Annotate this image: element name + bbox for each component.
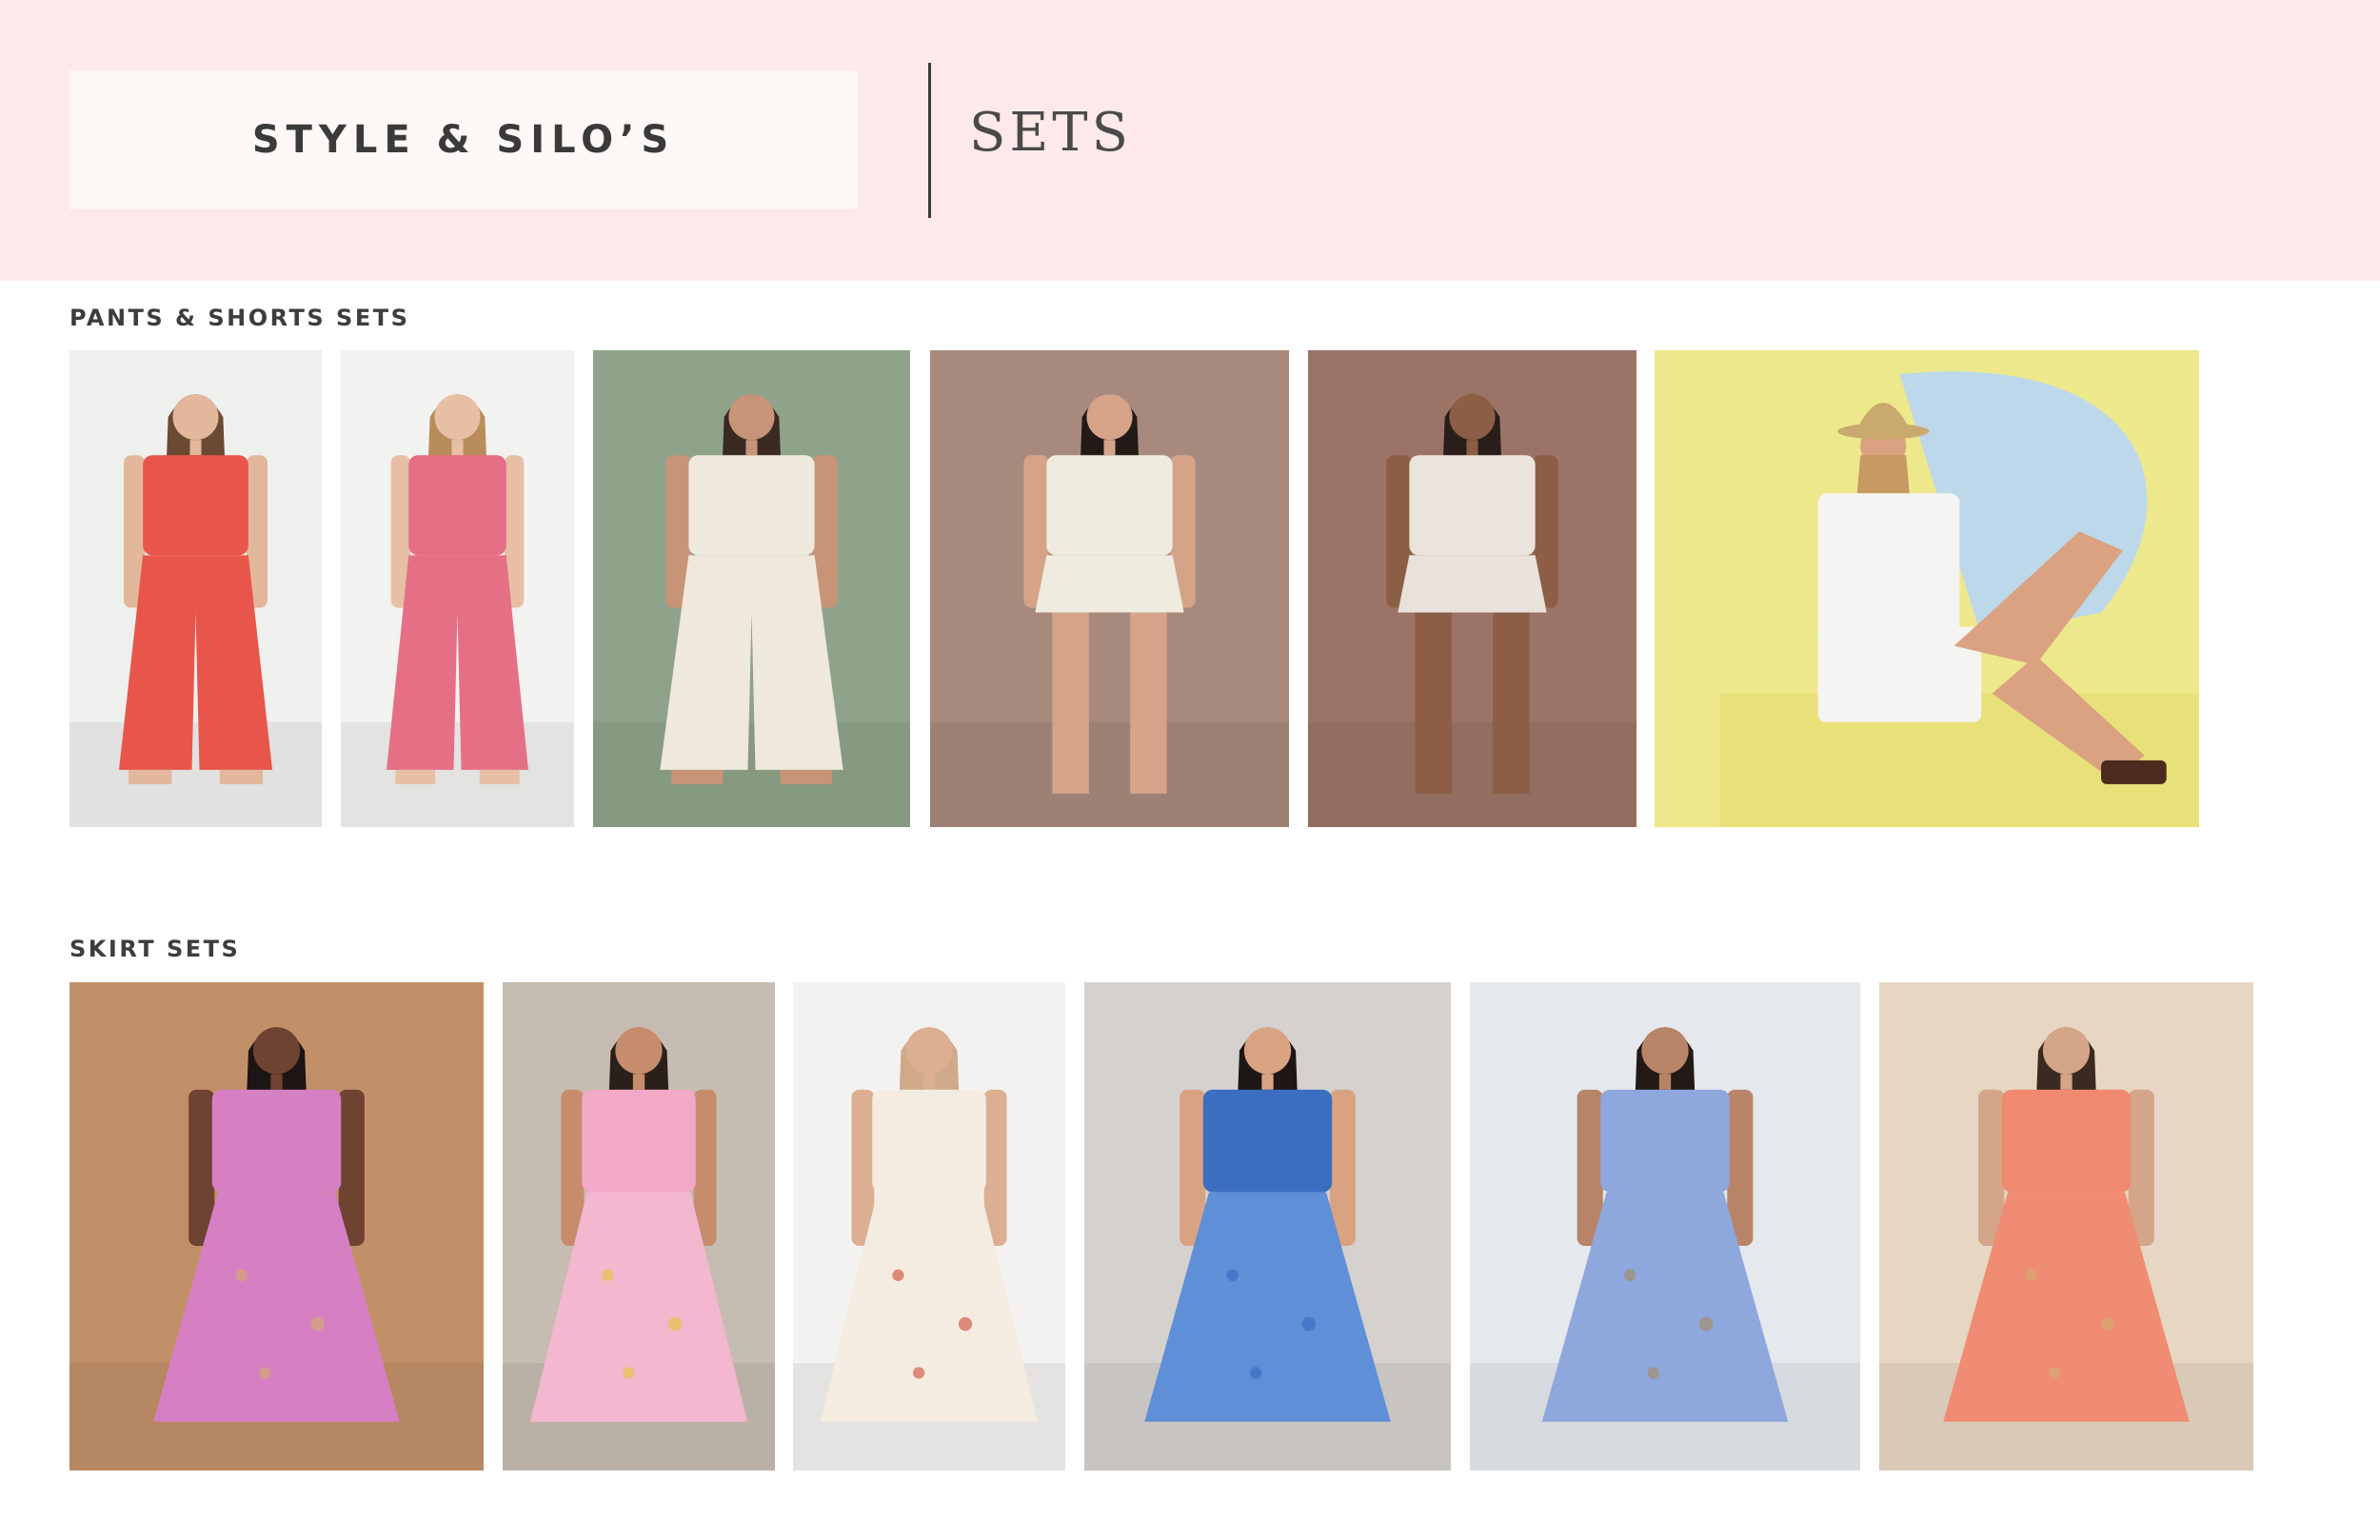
product-image-blue-toile-tie-front-skirt-set[interactable] <box>1084 982 1451 1471</box>
product-image-striped-linen-shorts-set[interactable] <box>1655 350 2199 827</box>
product-image-seashell-print-tiered-skirt-set[interactable] <box>793 982 1065 1471</box>
product-photo-illustration <box>593 350 910 827</box>
product-image-pink-eyelet-maxi-skirt-set[interactable] <box>69 982 484 1471</box>
header-divider <box>928 63 931 218</box>
product-image-blue-floral-puff-sleeve-set[interactable] <box>1470 982 1860 1471</box>
product-photo-illustration <box>1655 350 2199 827</box>
product-photo-illustration <box>793 982 1065 1471</box>
page-title: SETS <box>969 102 1132 164</box>
product-photo-illustration <box>69 350 322 827</box>
product-photo-illustration <box>1084 982 1451 1471</box>
product-image-cream-ric-rac-shorts-set[interactable] <box>930 350 1289 827</box>
product-image-cream-ric-rac-trim-pants-set[interactable] <box>593 350 910 827</box>
page-header: STYLE & SILO’S SETS <box>0 0 2380 281</box>
product-photo-illustration <box>1308 350 1636 827</box>
product-photo-illustration <box>930 350 1289 827</box>
product-image-coral-halter-wide-leg-pants-set[interactable] <box>69 350 322 827</box>
product-image-pink-floral-halter-skirt-set[interactable] <box>503 982 775 1471</box>
product-photo-illustration <box>341 350 574 827</box>
section-title-pants-shorts: PANTS & SHORTS SETS <box>69 305 410 331</box>
product-image-pink-strapless-wide-leg-set[interactable] <box>341 350 574 827</box>
product-photo-illustration <box>503 982 775 1471</box>
product-photo-illustration <box>69 982 484 1471</box>
brand-logo[interactable]: STYLE & SILO’S <box>69 70 858 209</box>
brand-logo-text: STYLE & SILO’S <box>251 118 676 162</box>
section-title-skirt-sets: SKIRT SETS <box>69 936 241 962</box>
product-image-coral-halter-maxi-skirt-set[interactable] <box>1879 982 2253 1471</box>
product-image-embroidered-white-shorts-set[interactable] <box>1308 350 1636 827</box>
product-photo-illustration <box>1879 982 2253 1471</box>
product-photo-illustration <box>1470 982 1860 1471</box>
